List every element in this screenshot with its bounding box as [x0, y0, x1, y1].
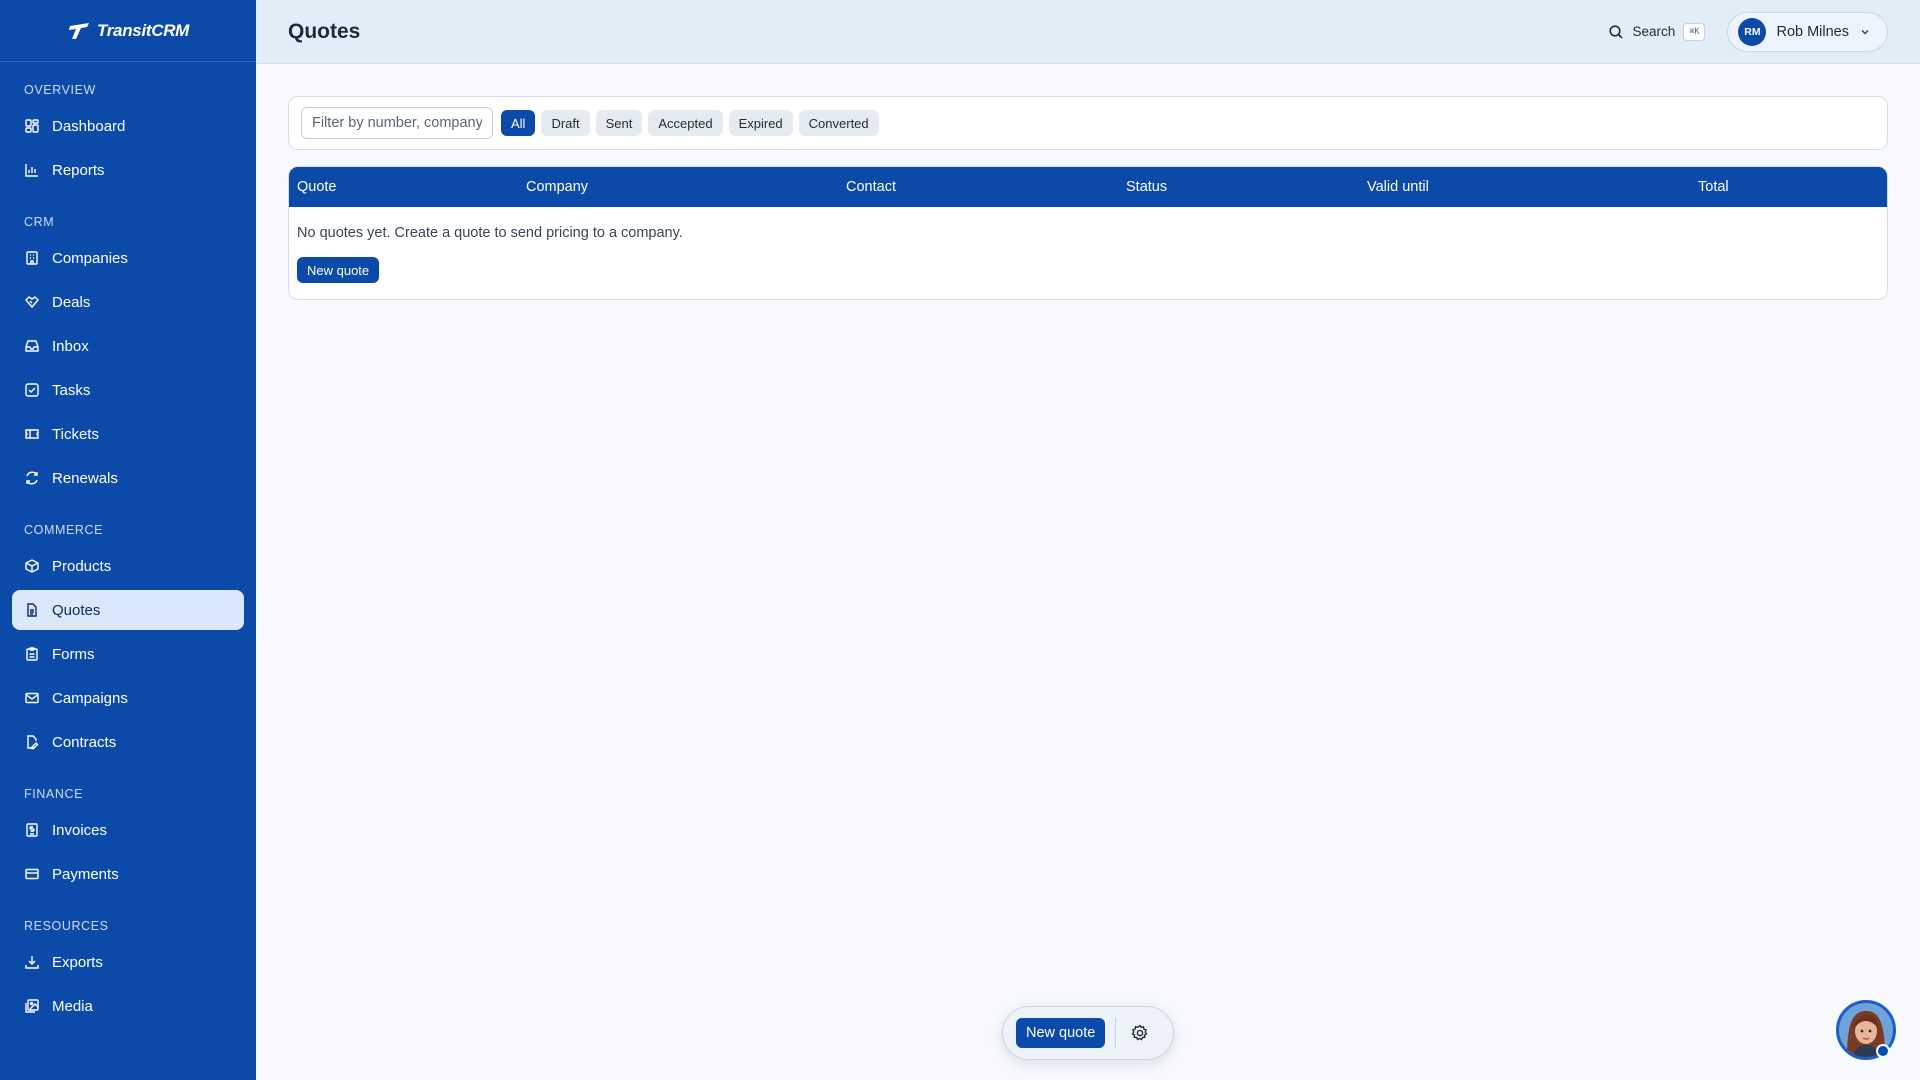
- column-header-total[interactable]: Total: [1698, 167, 1729, 207]
- sidebar-item-label: Tasks: [52, 381, 91, 399]
- sidebar-item-label: Companies: [52, 249, 128, 267]
- user-name: Rob Milnes: [1776, 23, 1849, 40]
- search-icon: [1609, 24, 1624, 39]
- sidebar-item-label: Renewals: [52, 469, 118, 487]
- search-button[interactable]: Search ⌘K: [1608, 22, 1706, 41]
- sidebar-item-invoices[interactable]: Invoices: [12, 810, 244, 850]
- nav-section-crm: CRM: [24, 215, 55, 229]
- sidebar-item-label: Forms: [52, 645, 95, 663]
- ticket-icon: [25, 429, 39, 439]
- dashboard-icon: [25, 119, 39, 133]
- nav-section-commerce: COMMERCE: [24, 523, 104, 537]
- sidebar-item-label: Contracts: [52, 733, 117, 751]
- filter-chip-accepted[interactable]: Accepted: [648, 110, 723, 136]
- filter-chip-all[interactable]: All: [501, 110, 536, 136]
- receipt-icon: [26, 823, 38, 837]
- sidebar-item-products[interactable]: Products: [12, 546, 244, 586]
- sidebar-item-label: Campaigns: [52, 689, 128, 707]
- sidebar-item-contracts[interactable]: Contracts: [12, 722, 244, 762]
- sidebar-item-inbox[interactable]: Inbox: [12, 326, 244, 366]
- column-header-valid-until[interactable]: Valid until: [1367, 167, 1429, 207]
- empty-state-message: No quotes yet. Create a quote to send pr…: [297, 225, 683, 241]
- filter-chip-converted[interactable]: Converted: [798, 110, 879, 136]
- user-menu[interactable]: RM Rob Milnes: [1727, 11, 1888, 52]
- chevron-down-icon: [1861, 29, 1869, 35]
- filter-chip-expired[interactable]: Expired: [728, 110, 793, 136]
- file-signature-icon: [27, 735, 39, 750]
- sidebar-item-label: Deals: [52, 293, 91, 311]
- document-icon: [27, 603, 37, 617]
- column-header-status[interactable]: Status: [1126, 167, 1167, 207]
- filter-chip-sent[interactable]: Sent: [595, 110, 643, 136]
- column-header-company[interactable]: Company: [526, 167, 588, 207]
- new-quote-button[interactable]: New quote: [297, 257, 380, 283]
- sidebar-item-forms[interactable]: Forms: [12, 634, 244, 674]
- sidebar-item-label: Payments: [52, 865, 119, 883]
- checkbox-icon: [25, 383, 39, 397]
- sidebar-item-renewals[interactable]: Renewals: [12, 458, 244, 498]
- mail-icon: [25, 692, 39, 704]
- package-icon: [25, 559, 39, 573]
- top-bar: Quotes Search ⌘K RM Rob Milnes: [256, 0, 1920, 64]
- floating-new-quote-button[interactable]: New quote: [1016, 1018, 1106, 1048]
- page-title: Quotes: [288, 19, 361, 43]
- inbox-icon: [25, 340, 39, 352]
- nav-section-resources: RESOURCES: [24, 919, 109, 933]
- column-header-contact[interactable]: Contact: [846, 167, 896, 207]
- filter-bar: All Draft Sent Accepted Expired Converte…: [288, 96, 1888, 150]
- sidebar-item-label: Quotes: [52, 601, 101, 619]
- sidebar-item-label: Media: [52, 997, 93, 1015]
- gear-icon[interactable]: [1130, 1023, 1150, 1043]
- brand-logo[interactable]: TransitCRM: [0, 0, 256, 62]
- divider: [1115, 1018, 1117, 1048]
- filter-input[interactable]: [301, 107, 493, 139]
- search-shortcut: ⌘K: [1683, 22, 1706, 41]
- sidebar-item-dashboard[interactable]: Dashboard: [12, 106, 244, 146]
- handshake-icon: [25, 296, 39, 309]
- sidebar-item-label: Products: [52, 557, 112, 575]
- sidebar-item-label: Invoices: [52, 821, 108, 839]
- sidebar-item-label: Exports: [52, 953, 103, 971]
- sidebar-item-tickets[interactable]: Tickets: [12, 414, 244, 454]
- brand-name: TransitCRM: [96, 20, 190, 40]
- building-icon: [26, 251, 38, 265]
- nav-section-finance: FINANCE: [24, 787, 84, 801]
- sidebar-item-reports[interactable]: Reports: [12, 150, 244, 190]
- download-icon: [25, 956, 39, 969]
- search-label: Search: [1632, 24, 1676, 39]
- sidebar-item-label: Reports: [52, 161, 105, 179]
- sidebar-item-label: Inbox: [52, 337, 89, 355]
- credit-card-icon: [25, 868, 39, 880]
- sidebar-item-companies[interactable]: Companies: [12, 238, 244, 278]
- avatar: RM: [1738, 17, 1767, 46]
- sidebar-item-label: Dashboard: [52, 117, 126, 135]
- sidebar-item-deals[interactable]: Deals: [12, 282, 244, 322]
- table-header: Quote Company Contact Status Valid until…: [289, 167, 1887, 207]
- sidebar-item-exports[interactable]: Exports: [12, 942, 244, 982]
- images-icon: [25, 999, 39, 1013]
- logo-icon: [68, 22, 89, 39]
- sidebar-item-label: Tickets: [52, 425, 99, 443]
- sidebar-item-campaigns[interactable]: Campaigns: [12, 678, 244, 718]
- filter-chip-draft[interactable]: Draft: [541, 110, 590, 136]
- clipboard-icon: [26, 647, 38, 661]
- column-header-quote[interactable]: Quote: [297, 167, 337, 207]
- sidebar-item-tasks[interactable]: Tasks: [12, 370, 244, 410]
- sidebar-item-payments[interactable]: Payments: [12, 854, 244, 894]
- assistant-status-badge: [1876, 1044, 1890, 1058]
- nav-section-overview: OVERVIEW: [24, 83, 96, 97]
- sidebar-item-quotes[interactable]: Quotes: [12, 590, 244, 630]
- floating-action-bar: New quote: [1002, 1006, 1174, 1060]
- bar-chart-icon: [25, 164, 38, 177]
- refresh-icon: [26, 471, 38, 485]
- sidebar: TransitCRM OVERVIEW Dashboard Reports CR…: [0, 0, 256, 1080]
- quotes-table: Quote Company Contact Status Valid until…: [288, 166, 1888, 300]
- sidebar-item-media[interactable]: Media: [12, 986, 244, 1026]
